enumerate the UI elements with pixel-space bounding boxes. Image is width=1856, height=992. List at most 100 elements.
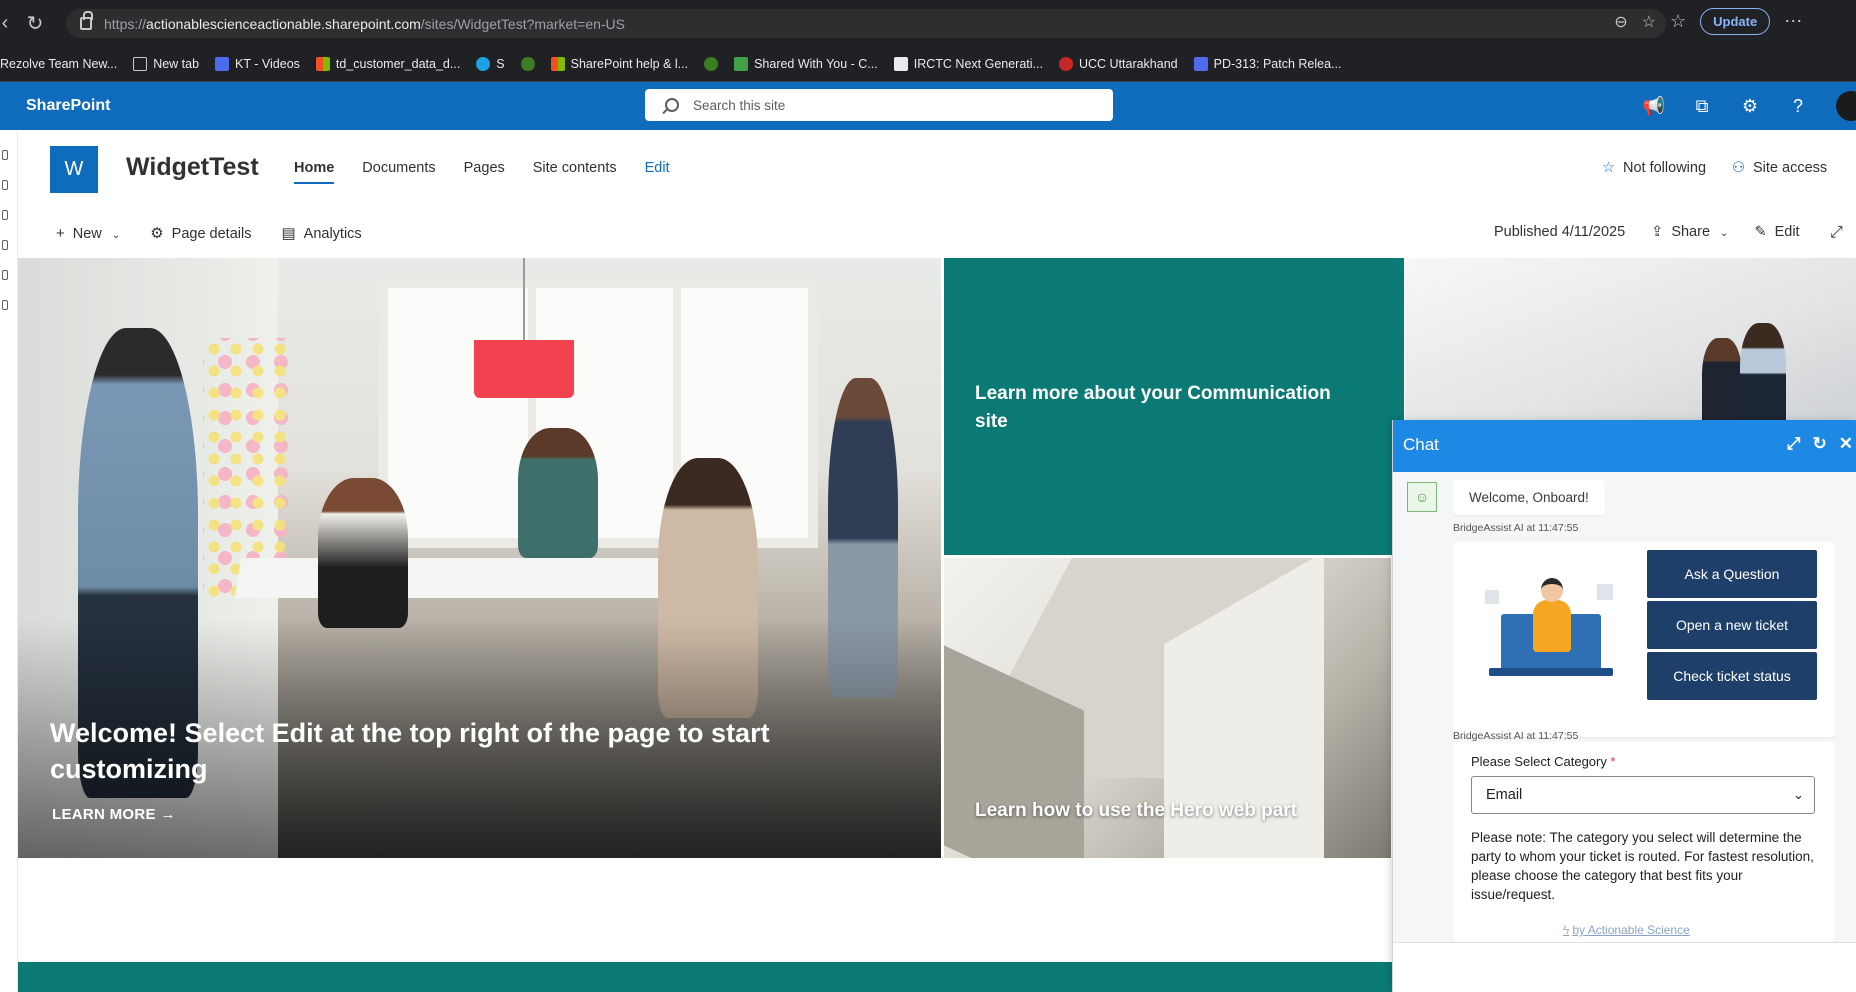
- nav-edit[interactable]: Edit: [645, 160, 670, 184]
- analytics-button[interactable]: ▤ Analytics: [281, 224, 361, 242]
- command-bar-right: Published 4/11/2025 ⇪ Share ⌄ ✎ Edit: [1494, 224, 1800, 240]
- browser-toolbar: ‹ ↻ https://actionablescienceactionable.…: [0, 0, 1856, 46]
- update-button[interactable]: Update: [1700, 8, 1771, 35]
- chat-title: Chat: [1403, 435, 1439, 454]
- person-body-shape: [1533, 600, 1571, 652]
- hero-photo-lamp-cord: [523, 258, 525, 342]
- chat-panel: Chat ⤢ ↻ ✕ ☺ Welcome, Onboard! BridgeAss…: [1392, 420, 1856, 992]
- avatar[interactable]: [1836, 91, 1856, 121]
- bookmark[interactable]: KT - Videos: [215, 56, 300, 71]
- bookmark[interactable]: td_customer_data_d...: [315, 56, 460, 71]
- rail-icon[interactable]: [2, 240, 8, 250]
- maximize-icon[interactable]: ⤢: [1787, 434, 1801, 454]
- powered-by-link[interactable]: ϟ by Actionable Science: [1563, 923, 1690, 937]
- favorite-star-icon[interactable]: ☆: [1642, 12, 1656, 32]
- megaphone-icon[interactable]: 📢: [1630, 96, 1678, 117]
- nav-home[interactable]: Home: [294, 160, 335, 184]
- share-network-icon[interactable]: ⧉: [1678, 96, 1726, 117]
- teal-section-strip: [18, 962, 1392, 992]
- hero-title: Welcome! Select Edit at the top right of…: [50, 718, 770, 784]
- page-details-button[interactable]: ⚙ Page details: [150, 224, 251, 242]
- back-icon[interactable]: ‹: [0, 12, 20, 35]
- ucc-icon: [1058, 56, 1073, 71]
- hero-tile-hero-webpart[interactable]: Learn how to use the Hero web part: [944, 558, 1391, 858]
- refresh-icon[interactable]: ↻: [1813, 434, 1827, 454]
- check-ticket-status-button[interactable]: Check ticket status: [1647, 652, 1817, 700]
- sharepoint-brand[interactable]: SharePoint: [26, 97, 110, 115]
- tile-photo-person: [1702, 338, 1742, 421]
- chevron-down-icon: ⌄: [111, 229, 121, 241]
- favorites-icon[interactable]: ☆: [1670, 11, 1686, 32]
- rail-icon[interactable]: [2, 150, 8, 160]
- bookmark[interactable]: PD-313: Patch Relea...: [1193, 56, 1341, 71]
- follow-button[interactable]: ☆ Not following: [1602, 160, 1706, 176]
- chevron-down-icon: ⌄: [1720, 228, 1729, 239]
- rail-icon[interactable]: [2, 300, 8, 310]
- settings-icon[interactable]: ⚙: [1726, 96, 1774, 117]
- expand-icon[interactable]: ⤢: [1830, 224, 1843, 242]
- reader-mode-icon[interactable]: ⊖: [1614, 12, 1627, 32]
- bookmark[interactable]: Rezolve Team New...: [0, 57, 117, 71]
- edit-button[interactable]: ✎ Edit: [1754, 224, 1799, 240]
- microsoft-icon: [315, 56, 330, 71]
- people-icon: ⚇: [1732, 160, 1746, 176]
- puzzle-piece-shape: [1597, 584, 1613, 600]
- close-icon[interactable]: ✕: [1839, 434, 1853, 454]
- nav-pages[interactable]: Pages: [464, 160, 505, 184]
- more-menu-icon[interactable]: ⋯: [1784, 11, 1802, 32]
- bookmark[interactable]: S: [476, 56, 505, 71]
- chat-message: Welcome, Onboard!: [1453, 480, 1605, 515]
- new-button[interactable]: + New ⌄: [56, 225, 120, 242]
- search-input[interactable]: Search this site: [693, 98, 785, 113]
- site-access-button[interactable]: ⚇ Site access: [1732, 160, 1827, 176]
- hero-photo-table: [234, 558, 682, 598]
- bookmark[interactable]: IRCTC Next Generati...: [893, 56, 1043, 71]
- message-meta: BridgeAssist AI at 11:47:55: [1453, 522, 1579, 534]
- share-button[interactable]: ⇪ Share ⌄: [1651, 224, 1728, 240]
- tab-icon: [133, 56, 148, 71]
- learn-more-link[interactable]: LEARN MORE →: [52, 806, 176, 823]
- hero-main-tile[interactable]: Welcome! Select Edit at the top right of…: [18, 258, 941, 858]
- nav-documents[interactable]: Documents: [362, 160, 435, 184]
- lock-icon[interactable]: [80, 11, 93, 30]
- chat-body[interactable]: ☺ Welcome, Onboard! BridgeAssist AI at 1…: [1393, 472, 1856, 942]
- jira-icon: [215, 56, 230, 71]
- bookmark[interactable]: UCC Uttarakhand: [1058, 56, 1178, 71]
- address-bar[interactable]: https://actionablescienceactionable.shar…: [66, 9, 1666, 38]
- rail-icon[interactable]: [2, 270, 8, 280]
- reload-icon[interactable]: ↻: [20, 11, 50, 36]
- hero-tile-communication[interactable]: Learn more about your Communication site: [944, 258, 1404, 555]
- url-text[interactable]: https://actionablescienceactionable.shar…: [104, 16, 625, 32]
- bookmark[interactable]: [704, 56, 719, 71]
- bookmark[interactable]: New tab: [133, 56, 199, 71]
- site-logo[interactable]: W: [50, 146, 98, 193]
- message-meta: BridgeAssist AI at 11:47:55: [1453, 730, 1579, 742]
- nav-site-contents[interactable]: Site contents: [533, 160, 617, 184]
- bookmark[interactable]: SharePoint help & l...: [550, 56, 688, 71]
- puzzle-piece-shape: [1485, 590, 1499, 604]
- bolt-icon: ϟ: [1563, 923, 1570, 937]
- hero-tile-title: Learn more about your Communication site: [975, 383, 1331, 432]
- search-box[interactable]: Search this site: [645, 89, 1113, 121]
- category-form: Please Select Category * Email ⌄ Please n…: [1453, 742, 1835, 942]
- ask-question-button[interactable]: Ask a Question: [1647, 550, 1817, 598]
- published-status: Published 4/11/2025: [1494, 224, 1626, 240]
- open-ticket-button[interactable]: Open a new ticket: [1647, 601, 1817, 649]
- hero-photo-lamp: [474, 340, 574, 398]
- category-note: Please note: The category you select wil…: [1471, 830, 1814, 902]
- rail-icon[interactable]: [2, 210, 8, 220]
- bookmark[interactable]: [520, 56, 535, 71]
- left-rail: [0, 130, 18, 992]
- pencil-icon: ✎: [1754, 224, 1767, 240]
- hero-tile-people[interactable]: [1405, 258, 1856, 421]
- command-bar: + New ⌄ ⚙ Page details ▤ Analytics: [56, 224, 362, 243]
- microsoft-icon: [550, 56, 565, 71]
- chevron-down-icon: ⌄: [1793, 787, 1804, 802]
- shared-icon: [734, 56, 749, 71]
- hero-tile-title: Learn how to use the Hero web part: [975, 800, 1297, 821]
- bookmark[interactable]: Shared With You - C...: [734, 56, 878, 71]
- rail-icon[interactable]: [2, 180, 8, 190]
- help-icon[interactable]: ?: [1774, 96, 1822, 117]
- category-select[interactable]: Email ⌄: [1471, 776, 1815, 814]
- site-title[interactable]: WidgetTest: [126, 153, 259, 182]
